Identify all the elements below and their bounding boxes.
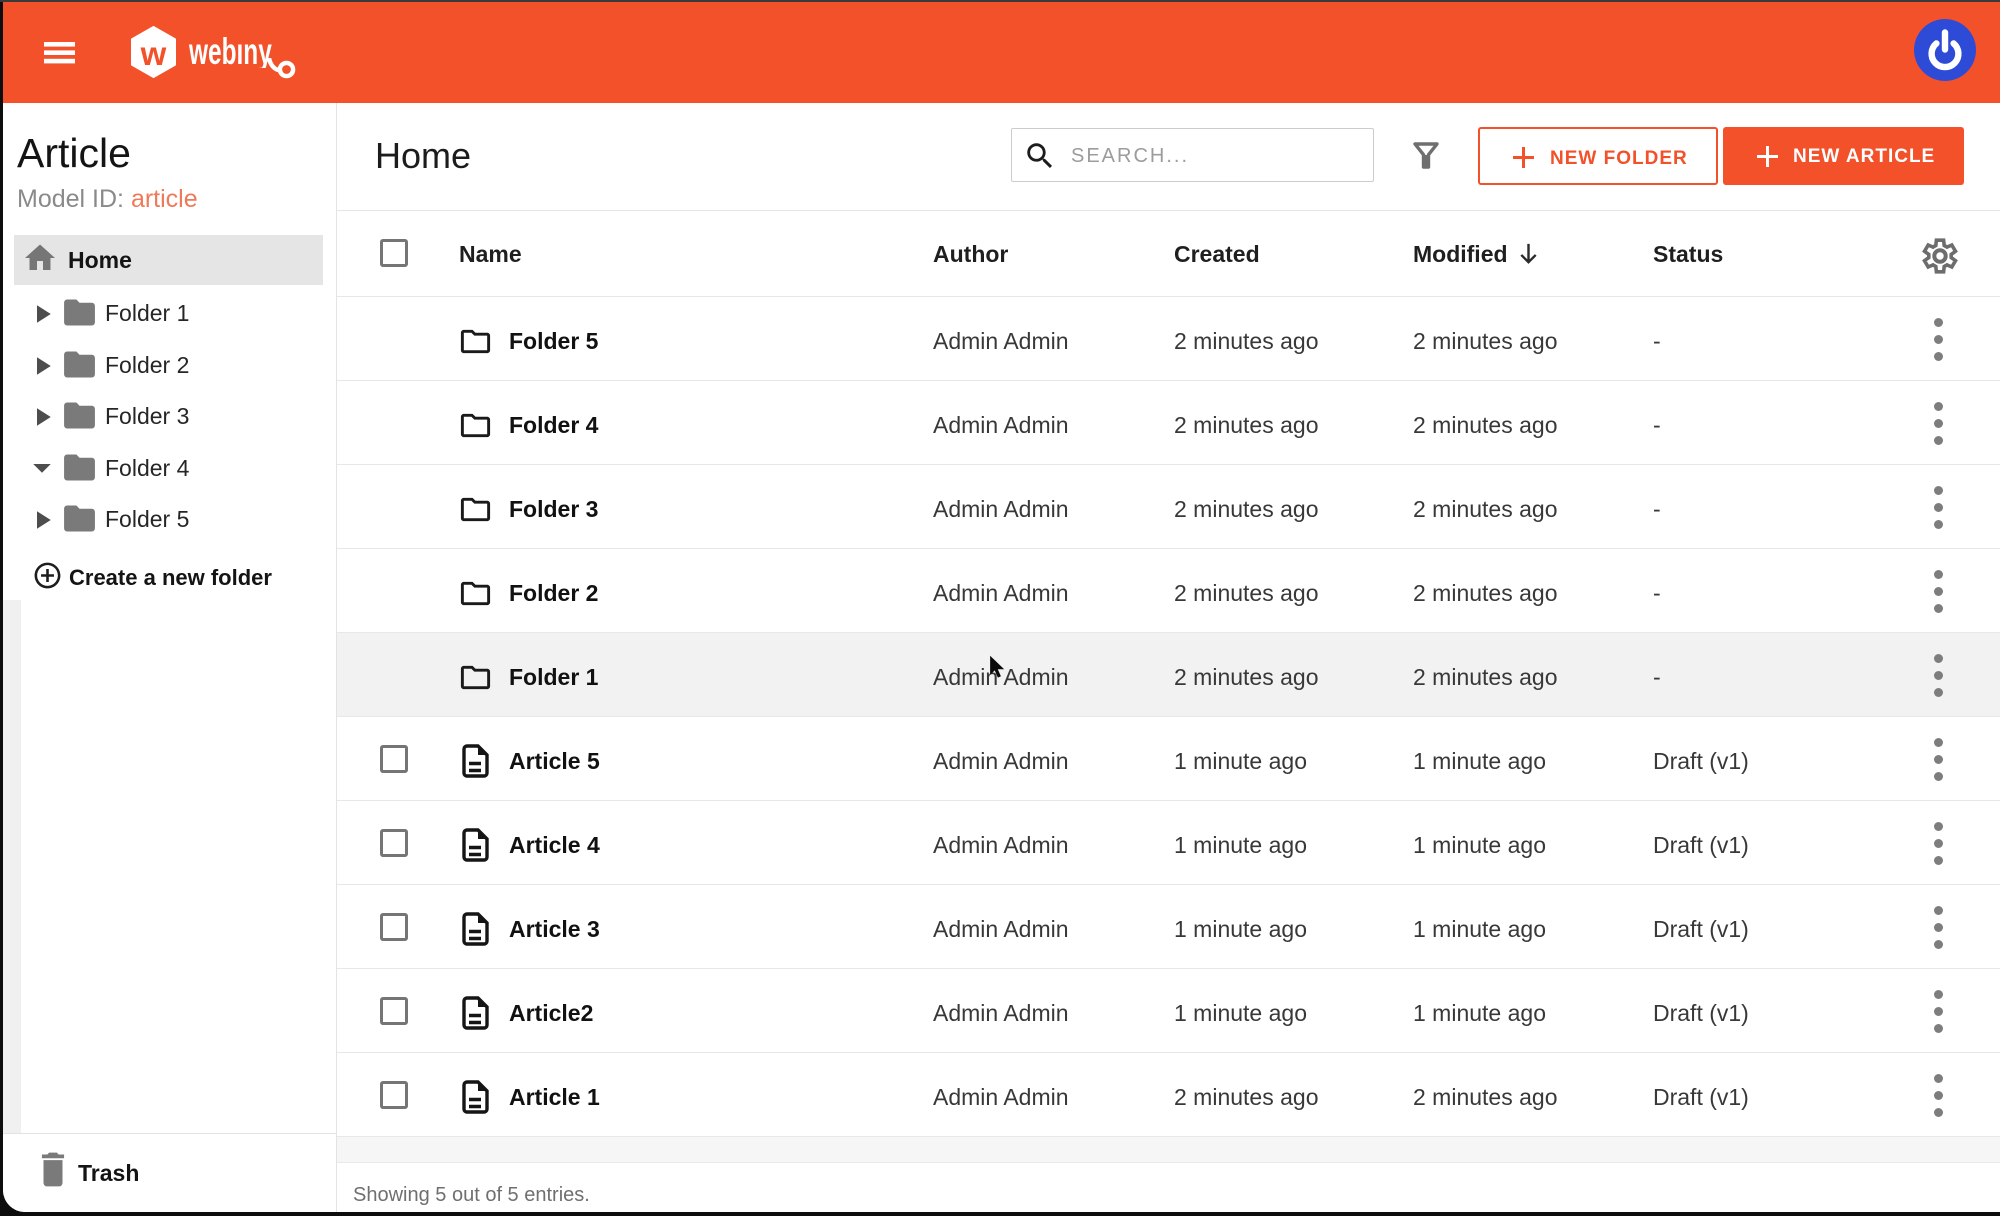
svg-text:w: w [140,35,167,72]
